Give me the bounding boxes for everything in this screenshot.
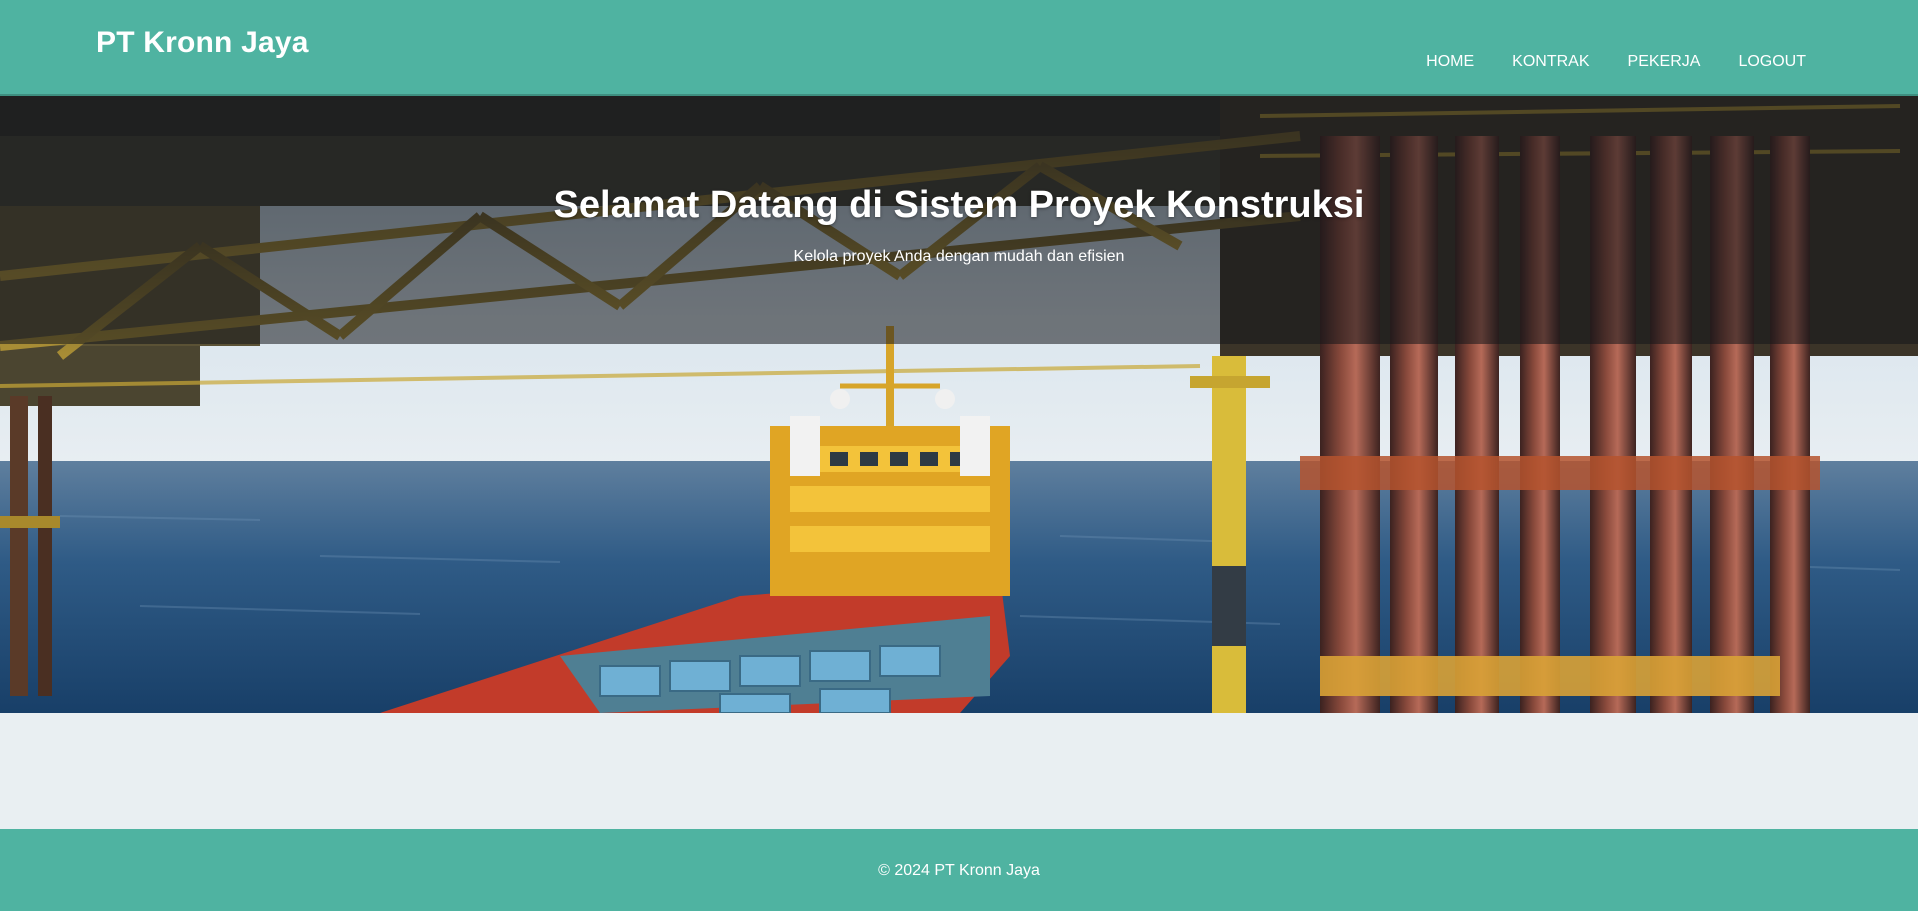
hero-subtitle: Kelola proyek Anda dengan mudah dan efis… bbox=[793, 248, 1125, 265]
nav-home-link[interactable]: HOME bbox=[1426, 53, 1474, 71]
nav-logout-link[interactable]: LOGOUT bbox=[1738, 53, 1806, 71]
brand-logo-text[interactable]: PT Kronn Jaya bbox=[96, 26, 309, 60]
main-nav: HOME KONTRAK PEKERJA LOGOUT bbox=[1426, 53, 1806, 71]
hero-banner: Selamat Datang di Sistem Proyek Konstruk… bbox=[0, 96, 1918, 713]
footer-copyright: © 2024 PT Kronn Jaya bbox=[878, 862, 1040, 879]
nav-pekerja-link[interactable]: PEKERJA bbox=[1628, 53, 1701, 71]
top-navbar: PT Kronn Jaya HOME KONTRAK PEKERJA LOGOU… bbox=[0, 0, 1918, 96]
nav-kontrak-link[interactable]: KONTRAK bbox=[1512, 53, 1589, 71]
hero-title: Selamat Datang di Sistem Proyek Konstruk… bbox=[553, 184, 1365, 226]
page-footer: © 2024 PT Kronn Jaya bbox=[0, 829, 1918, 911]
